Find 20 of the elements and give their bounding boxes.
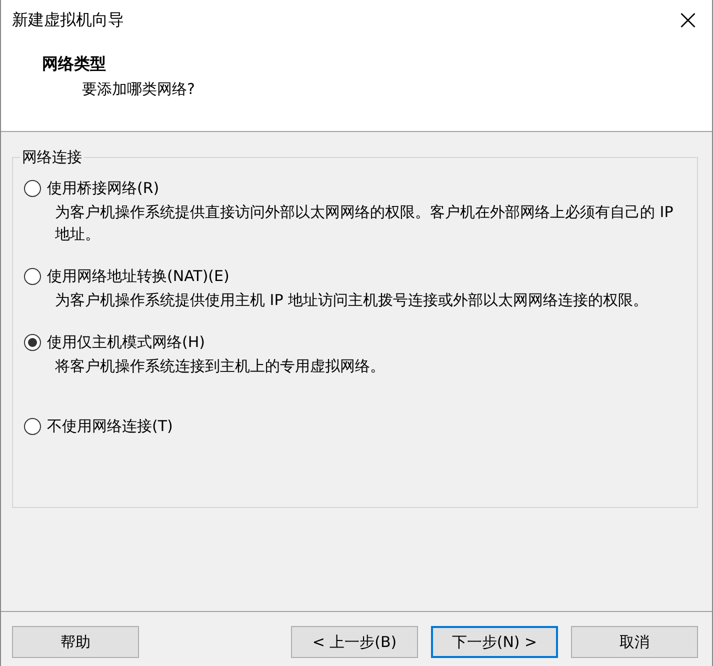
close-button[interactable]: × xyxy=(664,0,712,40)
option-description: 将客户机操作系统连接到主机上的专用虚拟网络。 xyxy=(55,356,386,377)
wizard-button[interactable]: 取消 xyxy=(571,626,698,658)
group-title: 网络连接 xyxy=(21,148,83,167)
wizard-button[interactable]: < 上一步(B) xyxy=(291,626,418,658)
option-label[interactable]: 使用仅主机模式网络(H) xyxy=(47,333,205,352)
wizard-button[interactable]: 帮助 xyxy=(12,626,139,658)
option-description: 为客户机操作系统提供直接访问外部以太网网络的权限。客户机在外部网络上必须有自己的 IP 地址。 xyxy=(55,202,674,245)
radio-button[interactable] xyxy=(24,334,41,351)
option-label[interactable]: 使用桥接网络(R) xyxy=(47,179,160,198)
radio-button[interactable] xyxy=(24,268,41,285)
radio-button[interactable] xyxy=(24,180,41,197)
option-description: 为客户机操作系统提供使用主机 IP 地址访问主机拨号连接或外部以太网网络连接的权限。 xyxy=(55,290,650,311)
page-title: 网络类型 xyxy=(42,54,107,75)
option-label[interactable]: 使用网络地址转换(NAT)(E) xyxy=(47,267,230,286)
option-label[interactable]: 不使用网络连接(T) xyxy=(47,417,173,436)
page-subtitle: 要添加哪类网络? xyxy=(82,80,196,99)
window-title: 新建虚拟机向导 xyxy=(12,10,124,30)
radio-button[interactable] xyxy=(24,418,41,435)
wizard-button[interactable]: 下一步(N) > xyxy=(431,626,558,658)
